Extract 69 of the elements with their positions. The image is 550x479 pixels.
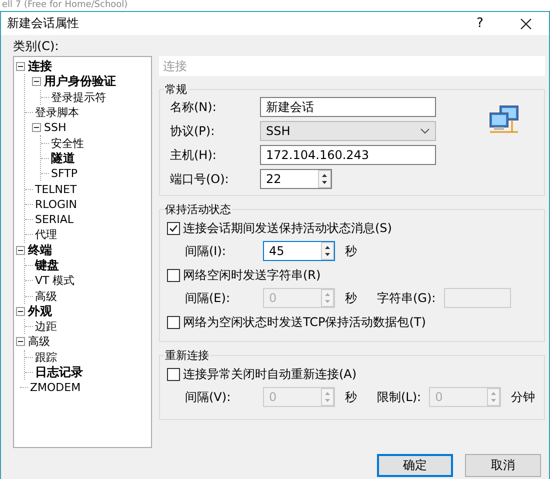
field-label: 主机(H): [170,146,218,164]
checkbox[interactable] [167,222,180,235]
dialog-button[interactable]: 确定 [377,454,453,477]
tree-item[interactable]: 跟踪 [35,350,57,365]
field-label: 间隔(E): [185,290,231,306]
collapse-icon[interactable] [32,123,41,132]
collapse-icon[interactable] [32,77,41,86]
unit-label: 秒 [345,242,357,260]
tree-item[interactable]: 边距 [35,319,57,334]
network-computers-icon [488,105,520,135]
dialog-button[interactable]: 取消 [465,454,541,477]
field-label: 字符串(G): [377,290,436,306]
tree-item[interactable]: SERIAL [35,213,74,226]
collapse-icon[interactable] [16,246,25,255]
input-field[interactable]: 172.104.160.243 [260,145,436,165]
checkbox[interactable] [167,368,180,381]
spinner-field[interactable]: 45 [263,241,335,261]
tree-item[interactable]: 连接 [28,58,52,76]
tree-item[interactable]: SSH [44,121,66,134]
help-button[interactable]: ? [457,10,503,36]
group-title: 重新连接 [164,348,210,363]
field-label: 间隔(I): [185,242,227,260]
tree-item[interactable]: 外观 [28,302,52,320]
tree-item[interactable]: RLOGIN [35,198,78,211]
group-title: 常规 [164,82,188,97]
field-label: 协议(P): [170,122,216,140]
collapse-icon[interactable] [16,337,25,346]
unit-label: 秒 [345,290,357,306]
tree-item[interactable]: 用户身份验证 [44,73,116,90]
tree-item[interactable]: 安全性 [51,136,84,151]
tree-item[interactable]: 隧道 [51,150,75,167]
group-title: 保持活动状态 [164,202,232,217]
protocol-dropdown[interactable]: SSH [260,121,436,141]
spinner-arrows-icon[interactable] [318,170,331,188]
window-title: 新建会话属性 [7,15,80,32]
tree-item[interactable]: TELNET [35,182,77,196]
close-icon [520,18,532,30]
checkbox[interactable] [167,269,180,282]
tree-item[interactable]: 代理 [35,227,57,242]
tree-item[interactable]: ZMODEM [30,381,81,394]
spinner-field[interactable]: 22 [260,169,332,189]
spinner-arrows-icon[interactable] [321,242,334,260]
panel-title: 连接 [159,56,545,76]
tree-item[interactable]: 日志记录 [35,364,83,382]
tree-item[interactable]: 高级 [35,288,57,304]
tree-item[interactable]: 登录提示符 [51,90,106,105]
background-window-title: ell 7 (Free for Home/School) [1,0,128,11]
checkbox-label: 连接会话期间发送保持活动状态消息(S) [183,220,392,237]
tree-item[interactable]: 登录脚本 [35,105,79,120]
unit-label: 分钟 [511,388,536,406]
collapse-icon[interactable] [16,62,25,72]
tree-item[interactable]: 高级 [28,334,50,350]
tree-item[interactable]: SFTP [51,167,78,180]
checkbox[interactable] [167,316,180,329]
input-field[interactable]: 新建会话 [260,97,436,117]
checkbox-label: 网络为空闲状态时发送TCP保持活动数据包(T) [183,314,426,331]
collapse-icon[interactable] [16,306,25,316]
field-label: 名称(N): [170,98,218,116]
field-label: 限制(L): [377,388,422,406]
category-label: 类别(C): [13,38,60,54]
tree-item[interactable]: 终端 [28,242,52,259]
unit-label: 秒 [345,388,357,406]
checkbox-label: 连接异常关闭时自动重新连接(A) [183,366,357,383]
tree-item[interactable]: VT 模式 [35,273,75,288]
field-label: 间隔(V): [185,388,232,406]
field-label: 端口号(O): [170,170,230,188]
tree-item[interactable]: 键盘 [35,257,59,274]
chevron-down-icon [420,128,430,134]
checkbox-label: 网络空闲时发送字符串(R) [183,267,321,284]
